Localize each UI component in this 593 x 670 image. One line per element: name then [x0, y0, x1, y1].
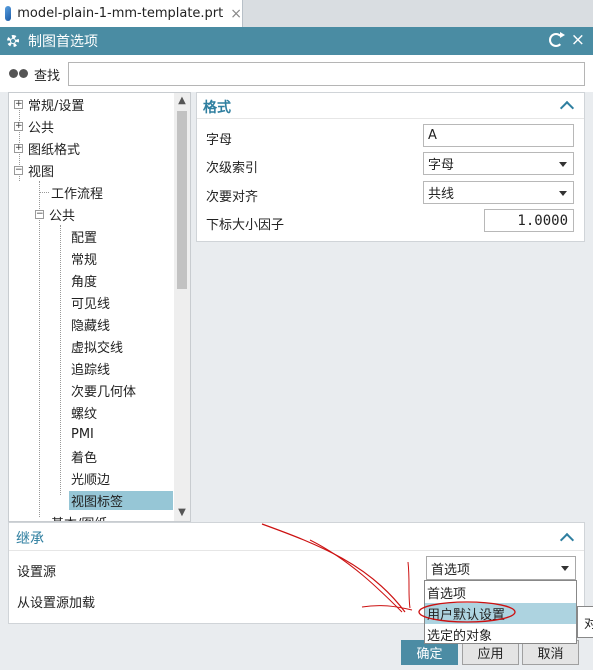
- tree-item[interactable]: 常规: [71, 247, 190, 269]
- tree-item[interactable]: + 公共: [14, 115, 180, 137]
- tree-item-label: 工作流程: [51, 186, 104, 202]
- tab-title: model-plain-1-mm-template.prt: [17, 6, 224, 21]
- collapse-icon[interactable]: −: [14, 165, 23, 175]
- tree-item[interactable]: 工作流程: [51, 181, 190, 203]
- tree-item-label: 图纸格式: [28, 142, 81, 158]
- tree-item-label: 配置: [71, 230, 98, 246]
- tree-item[interactable]: − 公共: [35, 203, 190, 225]
- settings-source-list: 首选项 用户默认设置 选定的对象: [424, 580, 577, 644]
- file-tab[interactable]: model-plain-1-mm-template.prt ×: [0, 0, 243, 27]
- tree-item[interactable]: 追踪线: [71, 357, 190, 379]
- tooltip: 对: [577, 606, 593, 638]
- tree-item-label: PMI: [71, 426, 94, 442]
- tree-item[interactable]: + 常规/设置: [14, 93, 180, 115]
- chevron-down-icon: [559, 191, 567, 196]
- tree-item-label: 视图: [28, 164, 55, 180]
- search-label: 查找: [34, 69, 61, 84]
- tree-guide: [39, 181, 40, 517]
- dialog-title: 制图首选项: [28, 34, 98, 50]
- tree-item[interactable]: 配置: [71, 225, 190, 247]
- collapse-icon[interactable]: −: [35, 209, 44, 219]
- expand-icon[interactable]: +: [14, 121, 23, 131]
- subscript-factor-input[interactable]: 1.0000: [484, 209, 574, 232]
- tree-item[interactable]: − 视图: [14, 159, 180, 181]
- format-panel: 格式 字母 A 次级索引 字母 次要对齐 共线 下标大小因子 1.0000: [196, 92, 585, 242]
- binoculars-icon: [9, 67, 29, 79]
- settings-source-dropdown[interactable]: 首选项: [426, 556, 576, 580]
- tree-guide: [60, 225, 61, 495]
- subscript-factor-value: 1.0000: [517, 212, 568, 229]
- tree-item-label: 公共: [28, 120, 55, 136]
- tree-item-label: 常规: [71, 252, 98, 268]
- letter-value: A: [428, 128, 437, 143]
- tree-item[interactable]: 着色: [71, 445, 190, 467]
- expand-icon[interactable]: +: [14, 99, 23, 109]
- secondary-align-label: 次要对齐: [206, 190, 259, 205]
- tree-item-label: 隐藏线: [71, 318, 111, 334]
- search-bar: 查找: [0, 55, 593, 92]
- tree-item[interactable]: 角度: [71, 269, 190, 291]
- sub-index-label: 次级索引: [206, 161, 259, 176]
- tree-item-label: 追踪线: [71, 362, 111, 378]
- reset-icon[interactable]: [549, 32, 565, 47]
- format-panel-title: 格式: [203, 100, 231, 116]
- tree-item-label: 螺纹: [71, 406, 98, 422]
- tree-item-label: 角度: [71, 274, 98, 290]
- tree-scrollbar[interactable]: ▲ ▼: [174, 93, 190, 521]
- scroll-up-icon[interactable]: ▲: [174, 93, 190, 109]
- option-preferences[interactable]: 首选项: [425, 582, 576, 603]
- tab-bar: model-plain-1-mm-template.prt ×: [0, 0, 593, 27]
- tree-item-selected[interactable]: 视图标签: [69, 489, 190, 511]
- letter-input[interactable]: A: [423, 124, 574, 147]
- divider: [197, 118, 584, 119]
- dialog-header: 制图首选项 ×: [0, 27, 593, 55]
- chevron-up-icon[interactable]: [559, 100, 575, 116]
- letter-label: 字母: [206, 133, 233, 148]
- tree-item[interactable]: 可见线: [71, 291, 190, 313]
- tree-item[interactable]: 隐藏线: [71, 313, 190, 335]
- secondary-align-dropdown[interactable]: 共线: [423, 181, 574, 204]
- tree-item-label: 基本/图纸: [51, 513, 107, 522]
- tree-item[interactable]: 光顺边: [71, 467, 190, 489]
- chevron-down-icon: [561, 566, 569, 571]
- tree-item-label: 公共: [49, 208, 76, 224]
- sub-index-value: 字母: [428, 158, 455, 173]
- settings-source-value: 首选项: [431, 562, 471, 578]
- secondary-align-value: 共线: [428, 187, 455, 202]
- app-logo-icon: [5, 6, 12, 21]
- tree-item-label: 次要几何体: [71, 384, 137, 400]
- inherit-panel-title: 继承: [16, 531, 44, 547]
- category-tree: + 常规/设置 + 公共 + 图纸格式 − 视图 工作流程 − 公共 配置 常规…: [8, 92, 191, 522]
- option-user-defaults[interactable]: 用户默认设置: [425, 603, 576, 624]
- chevron-down-icon: [559, 162, 567, 167]
- tree-item-label: 常规/设置: [28, 98, 85, 114]
- tree-item[interactable]: 基本/图纸: [51, 511, 190, 522]
- settings-source-label: 设置源: [17, 565, 57, 580]
- expand-icon[interactable]: +: [14, 143, 23, 153]
- search-input[interactable]: [68, 62, 585, 86]
- divider: [9, 550, 584, 551]
- option-selected-object[interactable]: 选定的对象: [425, 624, 576, 645]
- tree-item-label: 视图标签: [69, 490, 173, 510]
- tree-item-label: 着色: [71, 450, 98, 466]
- tree-item-label: 光顺边: [71, 472, 111, 488]
- subscript-factor-label: 下标大小因子: [206, 218, 285, 233]
- tab-close-icon[interactable]: ×: [230, 6, 242, 22]
- scroll-thumb[interactable]: [177, 111, 187, 289]
- tree-item[interactable]: 虚拟交线: [71, 335, 190, 357]
- tree-item[interactable]: + 图纸格式: [14, 137, 180, 159]
- tree-item-label: 虚拟交线: [71, 340, 124, 356]
- load-from-source-label: 从设置源加载: [17, 596, 96, 611]
- chevron-up-icon[interactable]: [559, 532, 575, 548]
- tree-item-label: 可见线: [71, 296, 111, 312]
- close-icon[interactable]: ×: [571, 30, 585, 50]
- tree-item[interactable]: PMI: [71, 423, 190, 445]
- gear-icon: [6, 34, 20, 48]
- scroll-down-icon[interactable]: ▼: [174, 505, 190, 521]
- sub-index-dropdown[interactable]: 字母: [423, 152, 574, 175]
- tree-item[interactable]: 次要几何体: [71, 379, 190, 401]
- tree-item[interactable]: 螺纹: [71, 401, 190, 423]
- tree-guide: [39, 192, 49, 193]
